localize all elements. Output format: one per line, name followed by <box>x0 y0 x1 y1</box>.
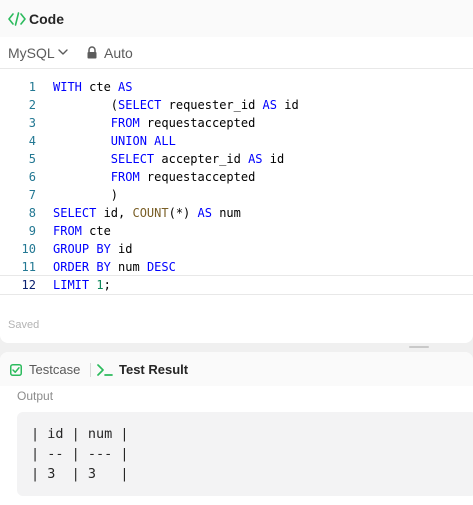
code-line[interactable]: 1 WITH cte AS <box>0 78 473 96</box>
language-select[interactable]: MySQL <box>8 45 55 61</box>
terminal-icon <box>97 364 113 376</box>
tab-test-result[interactable]: Test Result <box>119 362 188 378</box>
line-code[interactable]: WITH cte AS <box>53 78 132 96</box>
auto-mode-toggle[interactable]: Auto <box>104 45 133 61</box>
code-line[interactable]: 4 UNION ALL <box>0 132 473 150</box>
result-tabs: Testcase Test Result <box>0 352 473 386</box>
editor-toolbar: MySQL Auto <box>0 37 473 69</box>
code-line[interactable]: 2 (SELECT requester_id AS id <box>0 96 473 114</box>
result-panel: Testcase Test Result Output | id | num |… <box>0 352 473 505</box>
code-icon <box>8 12 26 26</box>
panel-title: Code <box>29 11 64 27</box>
line-code[interactable]: UNION ALL <box>53 132 176 150</box>
output-label: Output <box>17 389 54 403</box>
code-editor[interactable]: 1 WITH cte AS 2 (SELECT requester_id AS id… <box>0 78 473 295</box>
code-line[interactable]: 3 FROM requestaccepted <box>0 114 473 132</box>
line-number: 12 <box>21 278 36 292</box>
line-code[interactable]: SELECT id, COUNT(*) AS num <box>53 204 241 222</box>
tab-testcase[interactable]: Testcase <box>29 362 80 378</box>
line-number: 4 <box>28 134 36 148</box>
save-status: Saved <box>8 319 40 331</box>
chevron-down-icon[interactable] <box>58 48 68 56</box>
output-box: | id | num | | -- | --- | | 3 | 3 | <box>17 412 473 496</box>
line-number: 6 <box>28 170 36 184</box>
code-line[interactable]: 6 FROM requestaccepted <box>0 168 473 186</box>
line-number: 3 <box>28 116 36 130</box>
resize-handle[interactable] <box>409 346 429 348</box>
code-panel: Code MySQL Auto 1 WITH cte AS 2 (SELECT re… <box>0 0 473 343</box>
line-code[interactable]: LIMIT 1; <box>53 276 111 294</box>
tab-divider <box>90 363 91 377</box>
line-code[interactable]: ) <box>53 186 118 204</box>
line-number: 1 <box>28 80 36 94</box>
output-line: | 3 | 3 | <box>31 466 129 482</box>
line-number: 2 <box>28 98 36 112</box>
output-line: | -- | --- | <box>31 446 129 462</box>
line-code[interactable]: (SELECT requester_id AS id <box>53 96 299 114</box>
code-line[interactable]: 12 LIMIT 1; <box>0 275 473 295</box>
line-code[interactable]: GROUP BY id <box>53 240 133 258</box>
line-code[interactable]: FROM cte <box>53 222 111 240</box>
code-line[interactable]: 5 SELECT accepter_id AS id <box>0 150 473 168</box>
code-line[interactable]: 9 FROM cte <box>0 222 473 240</box>
line-number: 11 <box>21 260 36 274</box>
line-number: 8 <box>28 206 36 220</box>
line-number: 9 <box>28 224 36 238</box>
line-code[interactable]: FROM requestaccepted <box>53 114 256 132</box>
code-line[interactable]: 8 SELECT id, COUNT(*) AS num <box>0 204 473 222</box>
lock-icon <box>87 46 97 59</box>
line-code[interactable]: SELECT accepter_id AS id <box>53 150 284 168</box>
line-number: 5 <box>28 152 36 166</box>
line-number: 10 <box>21 242 36 256</box>
line-number: 7 <box>28 188 36 202</box>
output-line: | id | num | <box>31 426 129 442</box>
line-code[interactable]: FROM requestaccepted <box>53 168 256 186</box>
code-line[interactable]: 10 GROUP BY id <box>0 240 473 258</box>
line-code[interactable]: ORDER BY num DESC <box>53 258 176 276</box>
code-panel-header: Code <box>0 0 473 37</box>
checkbox-icon <box>10 364 22 376</box>
code-line[interactable]: 11 ORDER BY num DESC <box>0 258 473 276</box>
code-line[interactable]: 7 ) <box>0 186 473 204</box>
